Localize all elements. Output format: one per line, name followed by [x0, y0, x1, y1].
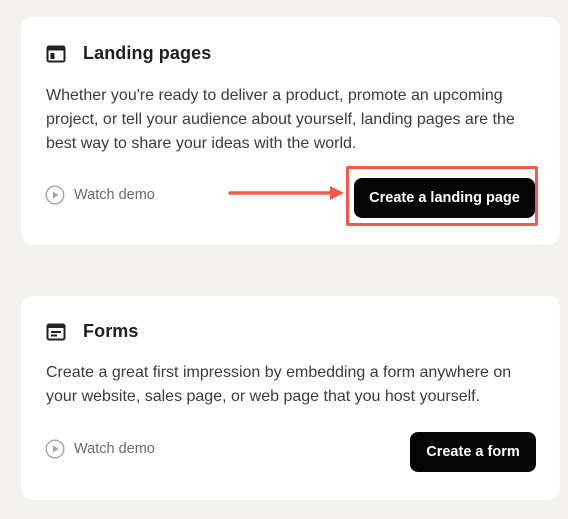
- play-circle-icon: [45, 439, 65, 459]
- forms-description: Create a great first impression by embed…: [46, 364, 512, 405]
- layout-icon: [46, 44, 66, 64]
- landing-pages-description: Whether you're ready to deliver a produc…: [46, 87, 515, 152]
- forms-card: Forms Create a great first impression by…: [21, 296, 560, 500]
- landing-pages-header: Landing pages: [46, 43, 211, 64]
- forms-watch-demo-link[interactable]: Watch demo: [45, 439, 155, 459]
- annotation-arrow-icon: [228, 186, 344, 200]
- landing-watch-demo-link[interactable]: Watch demo: [45, 185, 155, 205]
- create-landing-page-button[interactable]: Create a landing page: [354, 178, 535, 218]
- forms-title: Forms: [83, 321, 139, 341]
- landing-pages-title: Landing pages: [83, 43, 212, 63]
- forms-header: Forms: [46, 321, 139, 342]
- form-icon: [46, 322, 66, 342]
- watch-demo-label: Watch demo: [74, 187, 155, 203]
- play-circle-icon: [45, 185, 65, 205]
- create-form-button[interactable]: Create a form: [410, 432, 536, 472]
- watch-demo-label: Watch demo: [74, 441, 155, 457]
